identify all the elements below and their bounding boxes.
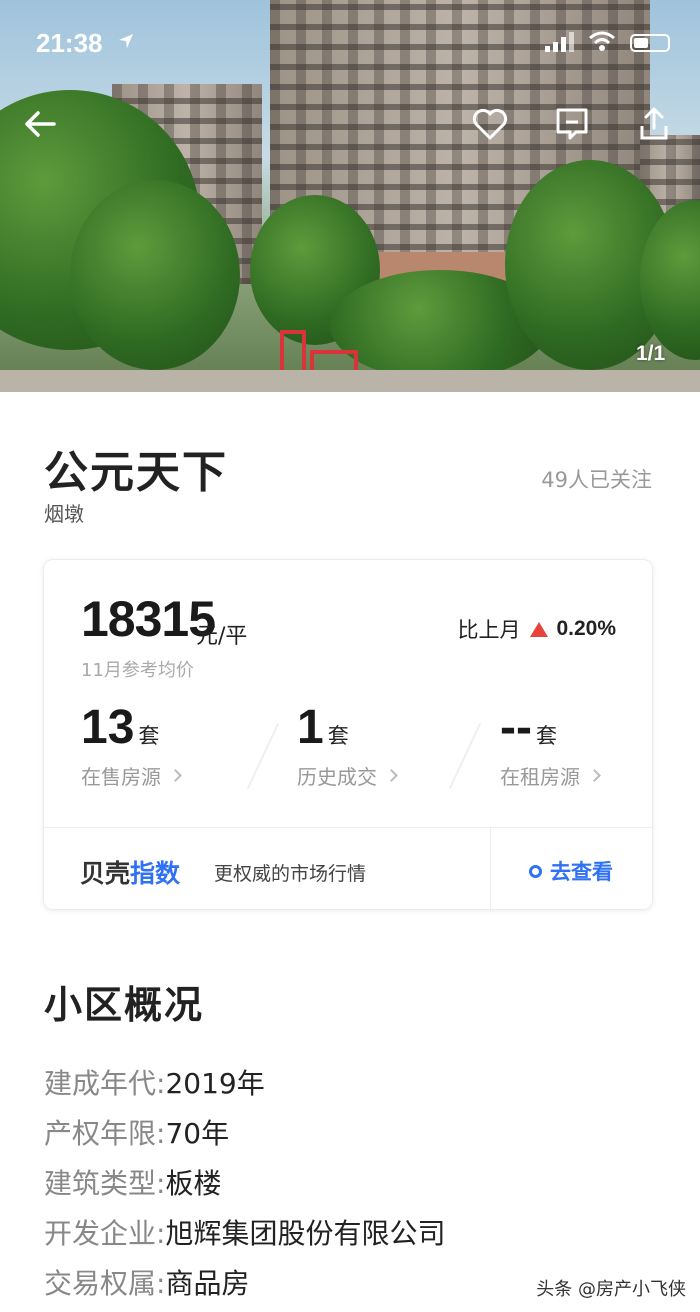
month-over-month: 比上月 0.20% <box>457 614 616 644</box>
beike-index-logo: 贝壳指数 <box>80 854 180 890</box>
location-arrow-icon <box>119 34 133 48</box>
mom-value: 0.20% <box>556 617 616 640</box>
price-label: 11月参考均价 <box>81 660 194 681</box>
mom-label: 比上月 <box>457 618 521 642</box>
ring-icon <box>529 864 542 878</box>
share-icon[interactable] <box>634 104 674 144</box>
stat-for-sale[interactable]: 13 套 在售房源 <box>81 700 182 790</box>
battery-icon <box>630 34 670 52</box>
info-row-property-term: 产权年限:70年 <box>44 1112 229 1152</box>
wifi-icon <box>589 31 615 51</box>
stat-label: 历史成交 <box>297 765 377 789</box>
up-triangle-icon <box>530 621 549 637</box>
heart-icon[interactable] <box>470 104 510 144</box>
average-price: 18315 <box>81 591 216 647</box>
divider <box>490 828 491 912</box>
community-photo[interactable]: 21:38 1/1 <box>0 0 700 392</box>
overview-title: 小区概况 <box>44 983 205 1027</box>
stat-unit: 套 <box>535 724 557 748</box>
stat-history-deals[interactable]: 1套 历史成交 <box>297 700 398 790</box>
photo-counter: 1/1 <box>636 342 666 365</box>
chevron-right-icon <box>385 769 398 782</box>
view-index-button[interactable]: 去查看 <box>529 856 613 886</box>
stat-value: -- <box>500 701 532 754</box>
info-row-ownership: 交易权属:商品房 <box>44 1262 249 1302</box>
info-value: 板楼 <box>165 1167 222 1200</box>
back-arrow-icon[interactable] <box>20 104 60 144</box>
status-bar: 21:38 <box>0 0 700 80</box>
price-unit: 元/平 <box>196 624 248 649</box>
stat-label: 在售房源 <box>81 765 161 789</box>
tree <box>70 180 240 370</box>
followers-count: 49人已关注 <box>541 468 652 492</box>
info-key: 交易权属: <box>44 1267 166 1300</box>
signal-icon <box>545 32 574 52</box>
info-row-building-type: 建筑类型:板楼 <box>44 1162 221 1202</box>
stat-label: 在租房源 <box>500 765 580 789</box>
stat-for-rent[interactable]: -- 套 在租房源 <box>500 700 601 790</box>
ground <box>0 370 700 392</box>
stat-value: 13 <box>81 701 135 754</box>
watermark: 头条 @房产小飞侠 <box>536 1279 686 1300</box>
chevron-right-icon <box>169 769 182 782</box>
info-key: 产权年限: <box>44 1117 166 1150</box>
brand-part-a: 贝壳 <box>80 859 131 888</box>
info-row-build-year: 建成年代:2019年 <box>44 1062 265 1102</box>
divider <box>246 722 280 790</box>
stat-value: 1 <box>297 701 324 754</box>
community-name: 公元天下 <box>44 447 228 498</box>
stat-unit: 套 <box>138 724 160 748</box>
info-value: 旭辉集团股份有限公司 <box>165 1217 446 1250</box>
divider <box>448 722 482 790</box>
info-value: 商品房 <box>165 1267 250 1300</box>
info-key: 建筑类型: <box>44 1167 166 1200</box>
stat-unit: 套 <box>327 724 349 748</box>
chat-icon[interactable] <box>552 104 592 144</box>
info-key: 建成年代: <box>44 1067 166 1100</box>
info-value: 2019年 <box>165 1067 265 1100</box>
view-index-label: 去查看 <box>550 860 613 884</box>
info-value: 70年 <box>165 1117 230 1150</box>
brand-part-b: 指数 <box>130 859 181 888</box>
price-card: 18315 元/平 比上月 0.20% 11月参考均价 13 套 在售房源 1套 … <box>43 559 654 912</box>
banner-subtitle: 更权威的市场行情 <box>214 863 367 885</box>
status-time: 21:38 <box>36 28 103 58</box>
info-key: 开发企业: <box>44 1217 166 1250</box>
district-label: 烟墩 <box>44 502 84 526</box>
chevron-right-icon <box>588 769 601 782</box>
info-row-developer: 开发企业:旭辉集团股份有限公司 <box>44 1212 445 1252</box>
beike-index-banner[interactable]: 贝壳指数 更权威的市场行情 去查看 <box>44 827 654 912</box>
